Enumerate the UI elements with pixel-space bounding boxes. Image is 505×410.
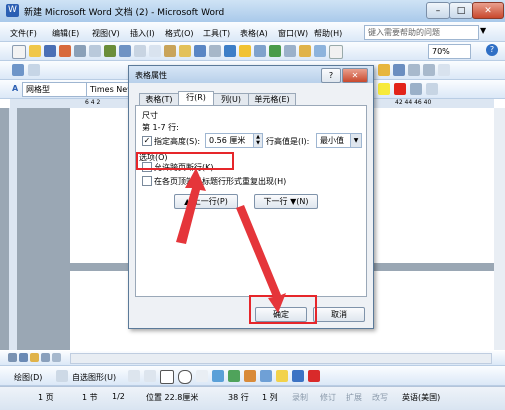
line-icon[interactable] bbox=[128, 370, 140, 382]
status-trk[interactable]: 修订 bbox=[320, 392, 336, 403]
status-position: 位置 22.8厘米 bbox=[146, 393, 199, 402]
arrow-up bbox=[176, 168, 206, 244]
drawing-tools bbox=[128, 370, 320, 384]
rectangle-icon[interactable] bbox=[160, 370, 174, 384]
annotation-arrows bbox=[176, 168, 286, 313]
status-section: 1 节 bbox=[82, 393, 98, 402]
horizontal-scrollbar[interactable] bbox=[70, 353, 492, 364]
autoshapes-menu[interactable]: 自选图形(U) bbox=[72, 372, 116, 383]
status-rec[interactable]: 录制 bbox=[292, 392, 308, 403]
status-language: 英语(美国) bbox=[402, 393, 441, 402]
normal-view-icon[interactable] bbox=[8, 353, 17, 362]
textbox-icon[interactable] bbox=[196, 370, 208, 382]
status-bar: 1 页 1 节 1/2 位置 22.8厘米 38 行 1 列 录制 修订 扩展 … bbox=[0, 386, 505, 410]
view-buttons bbox=[8, 353, 61, 362]
fill-color-icon[interactable] bbox=[276, 370, 288, 382]
outline-view-icon[interactable] bbox=[41, 353, 50, 362]
reading-layout-icon[interactable] bbox=[52, 353, 61, 362]
arrow-down bbox=[236, 205, 286, 313]
view-buttons-bar bbox=[0, 351, 505, 366]
diagram-icon[interactable] bbox=[228, 370, 240, 382]
status-page: 1 页 bbox=[38, 393, 54, 402]
print-layout-icon[interactable] bbox=[30, 353, 39, 362]
status-column: 1 列 bbox=[262, 393, 278, 402]
drawing-font-color-icon[interactable] bbox=[308, 370, 320, 382]
wordart-icon[interactable] bbox=[212, 370, 224, 382]
picture-icon[interactable] bbox=[260, 370, 272, 382]
draw-menu[interactable]: 绘图(D) bbox=[14, 372, 42, 383]
clip-art-icon[interactable] bbox=[244, 370, 256, 382]
web-layout-icon[interactable] bbox=[19, 353, 28, 362]
status-ovr[interactable]: 改写 bbox=[372, 392, 388, 403]
drawing-toolbar: 绘图(D) 自选图形(U) bbox=[0, 366, 505, 386]
arrow-icon[interactable] bbox=[144, 370, 156, 382]
status-pages: 1/2 bbox=[112, 392, 125, 401]
select-objects-icon[interactable] bbox=[56, 370, 68, 382]
oval-icon[interactable] bbox=[178, 370, 192, 384]
line-color-icon[interactable] bbox=[292, 370, 304, 382]
status-line: 38 行 bbox=[228, 393, 249, 402]
status-ext[interactable]: 扩展 bbox=[346, 392, 362, 403]
